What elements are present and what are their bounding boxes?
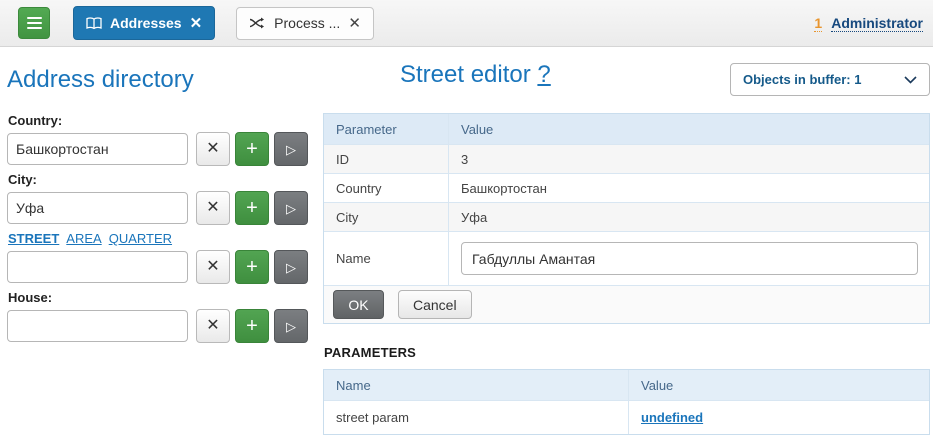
- country-label: Country:: [8, 113, 309, 128]
- hamburger-icon: [27, 17, 42, 19]
- buffer-dropdown[interactable]: Objects in buffer: 1: [730, 63, 930, 96]
- street-add-button[interactable]: +: [235, 250, 269, 284]
- house-add-button[interactable]: +: [235, 309, 269, 343]
- house-run-button[interactable]: ▷: [274, 309, 308, 343]
- country-clear-button[interactable]: ✕: [196, 132, 230, 166]
- row-value: 3: [449, 145, 929, 173]
- play-icon: ▷: [286, 261, 296, 274]
- table-row-city: City Уфа: [324, 202, 929, 231]
- param-name: street param: [324, 401, 629, 434]
- column-header-value: Value: [629, 370, 929, 400]
- column-header-value: Value: [449, 114, 929, 144]
- address-directory-panel: Address directory Country: ✕ + ▷ City: ✕…: [7, 60, 309, 347]
- editor-table: Parameter Value ID 3 Country Башкортоста…: [323, 113, 930, 324]
- clear-icon: ✕: [206, 259, 219, 275]
- shuffle-icon: [249, 17, 266, 29]
- play-icon: ▷: [286, 143, 296, 156]
- plus-icon: +: [246, 198, 258, 218]
- city-run-button[interactable]: ▷: [274, 191, 308, 225]
- clear-icon: ✕: [206, 318, 219, 334]
- user-area: 1 Administrator: [814, 15, 923, 32]
- cancel-button[interactable]: Cancel: [398, 290, 472, 319]
- help-link[interactable]: ?: [537, 61, 550, 88]
- notification-count[interactable]: 1: [814, 15, 822, 32]
- street-type-tabs: STREET AREA QUARTER: [8, 231, 309, 246]
- editor-title: Street editor ?: [400, 61, 551, 89]
- street-editor-panel: Street editor ? Objects in buffer: 1 Par…: [323, 60, 930, 435]
- plus-icon: +: [246, 257, 258, 277]
- country-row: ✕ + ▷: [7, 132, 309, 166]
- editor-table-header: Parameter Value: [324, 114, 929, 144]
- tab-label: Addresses: [110, 15, 182, 31]
- parameters-table-header: Name Value: [324, 370, 929, 400]
- column-header-name: Name: [324, 370, 629, 400]
- row-param: ID: [324, 145, 449, 173]
- parameters-table: Name Value street param undefined: [323, 369, 930, 435]
- tab-addresses[interactable]: Addresses ✕: [73, 6, 215, 40]
- city-row: ✕ + ▷: [7, 191, 309, 225]
- tab-process[interactable]: Process ... ✕: [236, 7, 374, 40]
- tab-area[interactable]: AREA: [66, 231, 101, 246]
- editor-header: Street editor ? Objects in buffer: 1: [323, 60, 930, 113]
- table-row-street-param: street param undefined: [324, 400, 929, 434]
- tab-label: Process ...: [274, 15, 340, 31]
- book-icon: [86, 17, 102, 30]
- topbar: Addresses ✕ Process ... ✕ 1 Administrato…: [0, 0, 933, 47]
- close-icon[interactable]: ✕: [190, 16, 203, 31]
- city-input[interactable]: [7, 192, 188, 224]
- column-header-parameter: Parameter: [324, 114, 449, 144]
- app-window: Addresses ✕ Process ... ✕ 1 Administrato…: [0, 0, 933, 444]
- table-row-id: ID 3: [324, 144, 929, 173]
- page-title: Address directory: [7, 66, 309, 94]
- country-input[interactable]: [7, 133, 188, 165]
- plus-icon: +: [246, 139, 258, 159]
- house-input[interactable]: [7, 310, 188, 342]
- city-label: City:: [8, 172, 309, 187]
- chevron-down-icon: [904, 76, 917, 84]
- play-icon: ▷: [286, 202, 296, 215]
- house-row: ✕ + ▷: [7, 309, 309, 343]
- name-input[interactable]: [461, 242, 918, 275]
- clear-icon: ✕: [206, 200, 219, 216]
- street-clear-button[interactable]: ✕: [196, 250, 230, 284]
- street-run-button[interactable]: ▷: [274, 250, 308, 284]
- close-icon[interactable]: ✕: [348, 16, 361, 31]
- parameters-title: PARAMETERS: [324, 345, 930, 360]
- city-add-button[interactable]: +: [235, 191, 269, 225]
- ok-button[interactable]: OK: [333, 290, 384, 319]
- row-value: Уфа: [449, 203, 929, 231]
- row-param: City: [324, 203, 449, 231]
- house-label: House:: [8, 290, 309, 305]
- table-row-name: Name: [324, 231, 929, 285]
- user-menu[interactable]: Administrator: [831, 15, 923, 32]
- play-icon: ▷: [286, 320, 296, 333]
- tab-street[interactable]: STREET: [8, 231, 59, 246]
- street-row: ✕ + ▷: [7, 250, 309, 284]
- country-run-button[interactable]: ▷: [274, 132, 308, 166]
- street-input[interactable]: [7, 251, 188, 283]
- house-clear-button[interactable]: ✕: [196, 309, 230, 343]
- city-clear-button[interactable]: ✕: [196, 191, 230, 225]
- row-param: Name: [324, 232, 449, 285]
- clear-icon: ✕: [206, 141, 219, 157]
- plus-icon: +: [246, 316, 258, 336]
- country-add-button[interactable]: +: [235, 132, 269, 166]
- table-row-country: Country Башкортостан: [324, 173, 929, 202]
- row-param: Country: [324, 174, 449, 202]
- menu-button[interactable]: [18, 7, 50, 39]
- buffer-dropdown-label: Objects in buffer: 1: [743, 72, 861, 87]
- editor-footer: OK Cancel: [324, 285, 929, 323]
- tab-quarter[interactable]: QUARTER: [109, 231, 172, 246]
- row-value: Башкортостан: [449, 174, 929, 202]
- param-value-link[interactable]: undefined: [641, 410, 703, 425]
